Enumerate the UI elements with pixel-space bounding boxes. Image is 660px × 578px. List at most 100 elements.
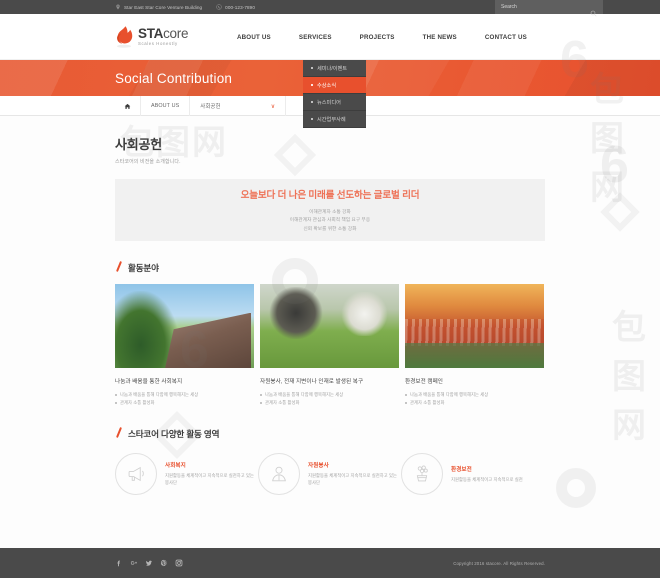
card-bullet-list: 나눔과 배움을 통해 다함께 행복해지는 세상 관계자 소통 활성화 [260, 391, 399, 407]
page-subtitle: 스타코어의 비전을 소개합니다. [115, 159, 181, 165]
copyright-text: Copyright 2016 stacore. All Rights Reser… [453, 560, 545, 566]
activity-card[interactable]: 나눔과 배움을 통한 사회복지 나눔과 배움을 통해 다함께 행복해지는 세상 … [115, 284, 254, 407]
bullet-icon [115, 393, 117, 396]
chevron-down-icon: ∨ [270, 103, 276, 110]
dropdown-item-label: 수상소식 [317, 82, 337, 89]
activity-card[interactable]: 자원봉사, 전재 지변이나 인재로 발생된 복구 나눔과 배움을 통해 다함께 … [260, 284, 399, 407]
google-plus-icon[interactable] [130, 559, 138, 567]
bullet-icon [311, 84, 313, 86]
nav-item-the-news[interactable]: THE NEWS [409, 14, 471, 60]
feature-list: 사회복지 지원활동을 체계적이고 지속적으로 실천하고 있는 봉사단 자원봉사 … [115, 452, 545, 495]
dropdown-item-award-news[interactable]: 수상소식 [303, 77, 366, 94]
feature-volunteer[interactable]: 자원봉사 지원활동을 체계적이고 지속적으로 실천하고 있는 봉사단 [258, 452, 401, 495]
dropdown-item-label: 시간업무사례 [317, 116, 346, 123]
utility-top-bar: Star East Star Core Venture Building 000… [0, 0, 660, 16]
header-inner: STAcore Scales Honestly ABOUT US SERVICE… [115, 0, 545, 60]
card-image-environment [405, 284, 544, 368]
nav-item-projects[interactable]: PROJECTS [346, 14, 409, 60]
pinterest-icon[interactable] [160, 559, 168, 567]
site-footer: Copyright 2016 stacore. All Rights Reser… [0, 548, 660, 578]
dropdown-item-label: 세미나/이벤트 [317, 65, 348, 72]
card-title: 자원봉사, 전재 지변이나 인재로 발생된 복구 [260, 379, 364, 385]
feature-environment[interactable]: 환경보전 지원활동을 체계적이고 지속적으로 실천 [401, 452, 544, 495]
activity-card[interactable]: 환경보전 캠페인 나눔과 배움을 통해 다함께 행복해지는 세상 관계자 소통 … [405, 284, 544, 407]
card-bullet-text: 관계자 소통 활성화 [410, 399, 445, 405]
logo-name-bold: STA [138, 26, 164, 42]
card-bullet-text: 나눔과 배움을 통해 다함께 행복해지는 세상 [120, 392, 199, 397]
card-title: 나눔과 배움을 통한 사회복지 [115, 379, 183, 385]
card-bullet-list: 나눔과 배움을 통해 다함께 행복해지는 세상 관계자 소통 활성화 [405, 391, 544, 407]
feature-title: 자원봉사 [308, 463, 329, 470]
card-bullet-text: 관계자 소통 활성화 [265, 399, 300, 405]
activity-card-list: 나눔과 배움을 통한 사회복지 나눔과 배움을 통해 다함께 행복해지는 세상 … [115, 284, 545, 407]
address-text: Star East Star Core Venture Building [124, 4, 203, 10]
main-navigation: ABOUT US SERVICES PROJECTS THE NEWS CONT… [223, 0, 545, 60]
vision-panel: 오늘보다 더 나은 미래를 선도하는 글로벌 리더 이해관계자 소통 강화 이해… [115, 179, 545, 241]
bullet-icon [311, 101, 313, 103]
page-root: Star East Star Core Venture Building 000… [0, 0, 660, 578]
card-bullet-list: 나눔과 배움을 통해 다함께 행복해지는 세상 관계자 소통 활성화 [115, 391, 254, 407]
feature-desc: 지원활동을 체계적이고 지속적으로 실천 [451, 476, 523, 482]
breadcrumb-home-button[interactable] [115, 96, 141, 116]
bullet-icon [311, 67, 313, 69]
card-bullet: 관계자 소통 활성화 [405, 399, 544, 407]
bullet-icon [405, 401, 407, 404]
site-logo[interactable]: STAcore Scales Honestly [115, 25, 188, 49]
feature-social-welfare[interactable]: 사회복지 지원활동을 체계적이고 지속적으로 실천하고 있는 봉사단 [115, 452, 258, 495]
dropdown-item-label: 뉴스미디어 [317, 99, 341, 106]
site-header: STAcore Scales Honestly ABOUT US SERVICE… [0, 0, 660, 60]
dropdown-item-work-case[interactable]: 시간업무사례 [303, 111, 366, 128]
location-pin-icon [115, 4, 121, 10]
home-icon [124, 103, 131, 109]
slash-accent-icon [115, 427, 125, 439]
bullet-icon [260, 401, 262, 404]
feature-desc: 지원활동을 체계적이고 지속적으로 실천하고 있는 봉사단 [165, 473, 255, 486]
nav-item-services[interactable]: SERVICES [285, 0, 346, 60]
dropdown-item-news-media[interactable]: 뉴스미디어 [303, 94, 366, 111]
search-box[interactable] [495, 0, 603, 16]
top-bar-inner: Star East Star Core Venture Building 000… [115, 0, 603, 16]
breadcrumb-level-1[interactable]: ABOUT US [141, 96, 191, 116]
watermark-diamond [600, 192, 640, 232]
card-bullet: 관계자 소통 활성화 [115, 399, 254, 407]
breadcrumb-level-2[interactable]: 사회공헌 ∨ [190, 96, 287, 116]
feature-text-block: 환경보전 지원활동을 체계적이고 지속적으로 실천 [451, 465, 523, 483]
feature-title: 환경보전 [451, 466, 472, 473]
bullet-icon [311, 118, 313, 120]
bullet-icon [260, 393, 262, 396]
feature-title: 사회복지 [165, 463, 186, 470]
watermark-digit: 6 [600, 136, 631, 194]
phone-text: 000-123-7890 [225, 4, 255, 10]
section-heading-activity: 활동분야 [115, 261, 545, 273]
flame-logo-icon [115, 25, 135, 49]
nav-item-about-us[interactable]: ABOUT US [223, 14, 285, 60]
card-image-welfare [115, 284, 254, 368]
address-info: Star East Star Core Venture Building [115, 4, 202, 10]
feature-text-block: 사회복지 지원활동을 체계적이고 지속적으로 실천하고 있는 봉사단 [165, 461, 258, 487]
slash-accent-icon [115, 261, 125, 273]
facebook-icon[interactable] [115, 559, 123, 567]
phone-info: 000-123-7890 [216, 4, 255, 10]
card-bullet-text: 관계자 소통 활성화 [120, 399, 155, 405]
nav-item-contact-us[interactable]: CONTACT US [471, 14, 541, 60]
card-image-volunteer [260, 284, 399, 368]
main-content: 사회공헌 스타코어의 비전을 소개합니다. 오늘보다 더 나은 미래를 선도하는… [115, 116, 545, 495]
section-heading-activity-label: 활동분야 [128, 263, 159, 274]
section-heading-areas: 스타코어 다양한 활동 영역 [115, 427, 545, 439]
feature-text-block: 자원봉사 지원활동을 체계적이고 지속적으로 실천하고 있는 봉사단 [308, 461, 401, 487]
person-icon [258, 452, 300, 495]
plant-pot-icon [401, 452, 443, 495]
megaphone-icon [115, 452, 157, 495]
vision-line-3: 신뢰 확보를 위한 소통 강화 [303, 225, 357, 231]
page-title: 사회공헌 [115, 137, 163, 152]
hero-title: Social Contribution [115, 70, 233, 86]
dropdown-item-seminar-event[interactable]: 세미나/이벤트 [303, 60, 366, 77]
search-icon[interactable] [590, 4, 597, 16]
twitter-icon[interactable] [145, 559, 153, 567]
vision-line-2: 이해관계자 관심과 사회적 책임 요구 부응 [289, 217, 371, 223]
search-input[interactable] [501, 4, 590, 10]
social-links [115, 559, 183, 567]
watermark-text: 包图网 [612, 309, 648, 445]
instagram-icon[interactable] [175, 559, 183, 567]
logo-name-light: core [163, 26, 189, 42]
